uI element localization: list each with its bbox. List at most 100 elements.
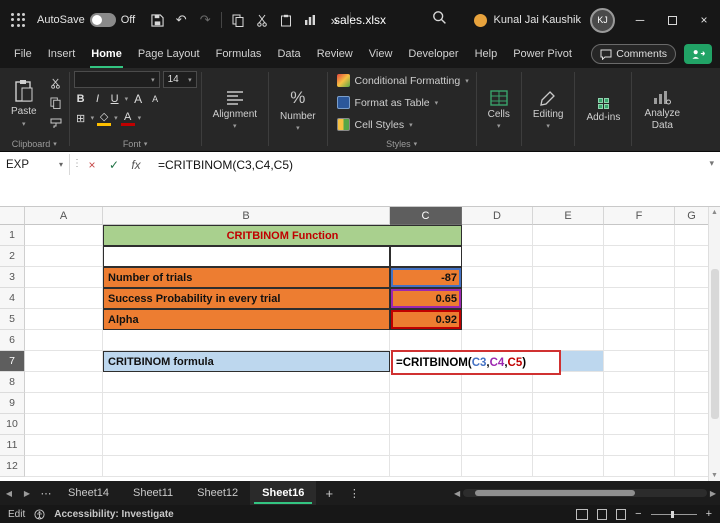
sheet-tab-sheet12[interactable]: Sheet12: [185, 481, 250, 505]
row-header-12[interactable]: 12: [0, 456, 25, 477]
cell-A12[interactable]: [25, 456, 103, 477]
column-header-G[interactable]: G: [675, 207, 709, 225]
row-header-8[interactable]: 8: [0, 372, 25, 393]
cell-A8[interactable]: [25, 372, 103, 393]
cell-D4[interactable]: [462, 288, 533, 309]
cell-B8[interactable]: [103, 372, 390, 393]
cell-D6[interactable]: [462, 330, 533, 351]
name-box-dropdown-icon[interactable]: ▾: [59, 160, 63, 169]
column-header-A[interactable]: A: [25, 207, 103, 225]
cell-G5[interactable]: [675, 309, 709, 330]
styles-group-label[interactable]: Styles ▾: [386, 137, 417, 150]
cell-C12[interactable]: [390, 456, 462, 477]
sheet-options-icon[interactable]: ⋮: [342, 487, 366, 500]
format-painter-button[interactable]: [47, 115, 65, 131]
cell-B9[interactable]: [103, 393, 390, 414]
cell-E1[interactable]: [533, 225, 604, 246]
undo-icon[interactable]: ↶: [169, 7, 193, 33]
ribbon-tab-formulas[interactable]: Formulas: [208, 40, 270, 68]
font-group-label[interactable]: Font ▾: [123, 137, 148, 150]
copy-icon[interactable]: [226, 7, 250, 33]
shrink-font-button[interactable]: A: [148, 91, 162, 107]
zoom-slider-thumb[interactable]: [671, 511, 674, 518]
row-header-1[interactable]: 1: [0, 225, 25, 246]
ribbon-tab-power-pivot[interactable]: Power Pivot: [505, 40, 580, 68]
scroll-right-icon[interactable]: ▶: [710, 489, 716, 498]
borders-dropdown-icon[interactable]: ▾: [91, 114, 95, 122]
cell-A9[interactable]: [25, 393, 103, 414]
cell-C6[interactable]: [390, 330, 462, 351]
styles-item-0[interactable]: Conditional Formatting▾: [335, 71, 469, 90]
sheet-tab-sheet16[interactable]: Sheet16: [250, 481, 316, 505]
cut-button[interactable]: [47, 75, 65, 91]
cell-B3[interactable]: Number of trials: [103, 267, 390, 288]
cut-icon[interactable]: [250, 7, 274, 33]
cell-D5[interactable]: [462, 309, 533, 330]
cell-B4[interactable]: Success Probability in every trial: [103, 288, 390, 309]
horizontal-scroll-track[interactable]: [463, 489, 707, 497]
cell-B1[interactable]: CRITBINOM Function: [103, 225, 462, 246]
row-header-4[interactable]: 4: [0, 288, 25, 309]
cell-E12[interactable]: [533, 456, 604, 477]
styles-item-1[interactable]: Format as Table▾: [335, 93, 469, 112]
cell-B7[interactable]: CRITBINOM formula: [103, 351, 390, 372]
row-header-10[interactable]: 10: [0, 414, 25, 435]
vertical-scrollbar[interactable]: ▲ ▼: [708, 207, 720, 481]
row-header-11[interactable]: 11: [0, 435, 25, 456]
cell-F6[interactable]: [604, 330, 675, 351]
bold-button[interactable]: B: [74, 91, 88, 107]
page-layout-view-button[interactable]: [597, 509, 607, 520]
column-header-B[interactable]: B: [103, 207, 390, 225]
cell-edit-overlay[interactable]: =CRITBINOM(C3,C4,C5): [391, 350, 561, 375]
normal-view-button[interactable]: [576, 509, 588, 520]
cell-G2[interactable]: [675, 246, 709, 267]
sheet-tab-sheet11[interactable]: Sheet11: [121, 481, 185, 505]
cell-F7[interactable]: [604, 351, 675, 372]
sheet-nav-prev-icon[interactable]: ◀: [0, 489, 18, 498]
horizontal-scroll-thumb[interactable]: [475, 490, 635, 496]
cell-C4[interactable]: 0.65: [390, 288, 462, 309]
scroll-down-icon[interactable]: ▼: [711, 472, 718, 479]
cell-E10[interactable]: [533, 414, 604, 435]
cell-F9[interactable]: [604, 393, 675, 414]
cell-G9[interactable]: [675, 393, 709, 414]
accessibility-status[interactable]: Accessibility: Investigate: [54, 509, 174, 520]
horizontal-scrollbar[interactable]: ◀ ▶: [454, 487, 716, 499]
sheet-list-overflow-icon[interactable]: ⋯: [36, 487, 56, 500]
row-header-9[interactable]: 9: [0, 393, 25, 414]
search-icon[interactable]: [432, 10, 447, 25]
cell-F11[interactable]: [604, 435, 675, 456]
cell-E2[interactable]: [533, 246, 604, 267]
cell-D9[interactable]: [462, 393, 533, 414]
clipboard-group-label[interactable]: Clipboard ▾: [12, 137, 57, 150]
ribbon-tab-review[interactable]: Review: [309, 40, 361, 68]
cell-G8[interactable]: [675, 372, 709, 393]
editing-button[interactable]: Editing ▾: [526, 71, 571, 150]
cell-D8[interactable]: [462, 372, 533, 393]
zoom-in-button[interactable]: +: [706, 508, 712, 520]
cell-B5[interactable]: Alpha: [103, 309, 390, 330]
paste-button[interactable]: Paste ▾: [4, 71, 44, 137]
cell-E9[interactable]: [533, 393, 604, 414]
cell-A3[interactable]: [25, 267, 103, 288]
confirm-entry-button[interactable]: ✓: [104, 155, 124, 175]
share-button[interactable]: [684, 44, 712, 64]
cell-G11[interactable]: [675, 435, 709, 456]
cell-F3[interactable]: [604, 267, 675, 288]
cell-E11[interactable]: [533, 435, 604, 456]
ribbon-tab-help[interactable]: Help: [467, 40, 506, 68]
cell-C3[interactable]: -87: [390, 267, 462, 288]
app-launcher-icon[interactable]: [11, 13, 26, 28]
ribbon-tab-data[interactable]: Data: [269, 40, 308, 68]
italic-button[interactable]: I: [91, 91, 105, 107]
cell-A4[interactable]: [25, 288, 103, 309]
cell-B10[interactable]: [103, 414, 390, 435]
cell-G7[interactable]: [675, 351, 709, 372]
autosave-toggle[interactable]: AutoSave Off: [37, 13, 135, 27]
cell-D1[interactable]: [462, 225, 533, 246]
scroll-left-icon[interactable]: ◀: [454, 489, 460, 498]
name-box[interactable]: EXP ▾: [0, 154, 70, 175]
cell-F12[interactable]: [604, 456, 675, 477]
font-color-button[interactable]: A: [121, 110, 135, 126]
zoom-out-button[interactable]: −: [635, 508, 641, 520]
